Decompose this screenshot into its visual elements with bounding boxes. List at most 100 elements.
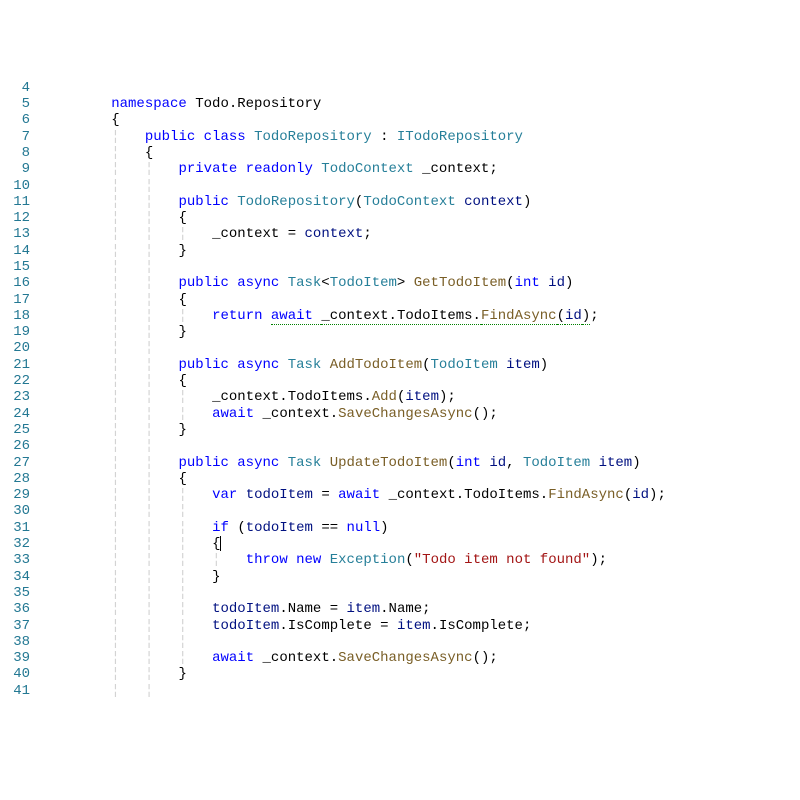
code-token: throw new (246, 552, 330, 568)
code-token: ); (649, 487, 666, 503)
code-token: ( (447, 455, 455, 471)
code-token: ) (582, 308, 590, 325)
code-token: } (178, 324, 186, 340)
code-token: TodoItem (431, 357, 498, 373)
code-token: GetTodoItem (414, 275, 506, 291)
code-token: context (305, 226, 364, 242)
code-token: ) (565, 275, 573, 291)
code-token: _context; (414, 161, 498, 177)
code-token: ( (422, 357, 430, 373)
code-token: _context. (263, 406, 339, 422)
code-token: AddTodoItem (330, 357, 422, 373)
code-token: public class (145, 129, 254, 145)
indent-guides: ¦ ¦ (44, 682, 178, 702)
code-token: } (178, 243, 186, 259)
code-token (590, 455, 598, 471)
code-token: == (313, 520, 347, 536)
code-token: public async (178, 455, 287, 471)
code-token: ( (405, 552, 413, 568)
code-token: null (347, 520, 381, 536)
code-token: id (565, 308, 582, 325)
code-token: TodoRepository (237, 194, 355, 210)
code-token: TodoContext (321, 161, 413, 177)
code-token: ( (557, 308, 565, 325)
code-token: ); (590, 552, 607, 568)
code-area[interactable]: 4 5 namespace Todo.Repository6 {7 ¦ publ… (0, 80, 800, 699)
code-token: public async (178, 357, 287, 373)
code-token: .IsComplete; (431, 618, 532, 634)
code-token: ( (506, 275, 514, 291)
code-token: { (145, 145, 153, 161)
code-token: item (397, 618, 431, 634)
code-token: item (405, 389, 439, 405)
code-token: = (313, 487, 338, 503)
code-token: Exception (330, 552, 406, 568)
code-token: todoItem (212, 618, 279, 634)
code-token: < (321, 275, 329, 291)
code-token: int (456, 455, 490, 471)
code-token: "Todo item not found" (414, 552, 590, 568)
code-token: ) (632, 455, 640, 471)
code-token: _context.TodoItems. (321, 308, 481, 325)
code-token: id (548, 275, 565, 291)
code-token: ( (624, 487, 632, 503)
code-token: if (212, 520, 237, 536)
code-token: ITodoRepository (397, 129, 523, 145)
code-token: item (506, 357, 540, 373)
code-token: } (212, 569, 220, 585)
code-token: { (111, 112, 119, 128)
code-token: TodoRepository (254, 129, 372, 145)
code-token: _context.TodoItems. (212, 389, 372, 405)
code-token: public (178, 194, 237, 210)
code-token: _context. (263, 650, 339, 666)
code-token: .IsComplete = (279, 618, 397, 634)
code-token: var (212, 487, 246, 503)
code-token: TodoItem (330, 275, 397, 291)
code-token: TodoItem (523, 455, 590, 471)
code-token: SaveChangesAsync (338, 406, 472, 422)
code-token (321, 357, 329, 373)
text-cursor (220, 536, 221, 551)
line-content[interactable]: ¦ ¦ (44, 682, 178, 702)
code-token: ( (237, 520, 245, 536)
code-token: Add (372, 389, 397, 405)
code-token: context (464, 194, 523, 210)
code-token: Task (288, 275, 322, 291)
code-token: Task (288, 455, 322, 471)
code-token: UpdateTodoItem (330, 455, 448, 471)
code-token: todoItem (246, 487, 313, 503)
code-editor[interactable]: 4 5 namespace Todo.Repository6 {7 ¦ publ… (0, 78, 800, 701)
code-token: .Name; (380, 601, 430, 617)
code-token: Task (288, 357, 322, 373)
code-token: TodoContext (363, 194, 455, 210)
code-token: id (632, 487, 649, 503)
code-token (321, 455, 329, 471)
code-token: _context.TodoItems. (389, 487, 549, 503)
code-line[interactable]: 5 namespace Todo.Repository (0, 97, 800, 113)
code-token: await (338, 487, 388, 503)
code-token: _context = (212, 226, 304, 242)
code-token: todoItem (212, 601, 279, 617)
code-token: todoItem (246, 520, 313, 536)
line-number: 41 (0, 682, 44, 702)
code-token: public async (178, 275, 287, 291)
code-token: SaveChangesAsync (338, 650, 472, 666)
code-token: Repository (237, 96, 321, 112)
code-line[interactable]: 41 ¦ ¦ (0, 683, 800, 699)
code-token: return (212, 308, 271, 324)
code-token: Todo (195, 96, 229, 112)
code-token: { (178, 471, 186, 487)
code-token: namespace (111, 96, 195, 112)
code-token: { (178, 292, 186, 308)
code-token: { (178, 210, 186, 226)
code-token: ; (590, 308, 598, 324)
code-token: ) (523, 194, 531, 210)
code-token: FindAsync (548, 487, 624, 503)
code-token: ); (439, 389, 456, 405)
code-token: await (212, 406, 262, 422)
code-token (456, 194, 464, 210)
code-token: await (212, 650, 262, 666)
code-token: item (347, 601, 381, 617)
code-token: FindAsync (481, 308, 557, 325)
code-token: private readonly (178, 161, 321, 177)
